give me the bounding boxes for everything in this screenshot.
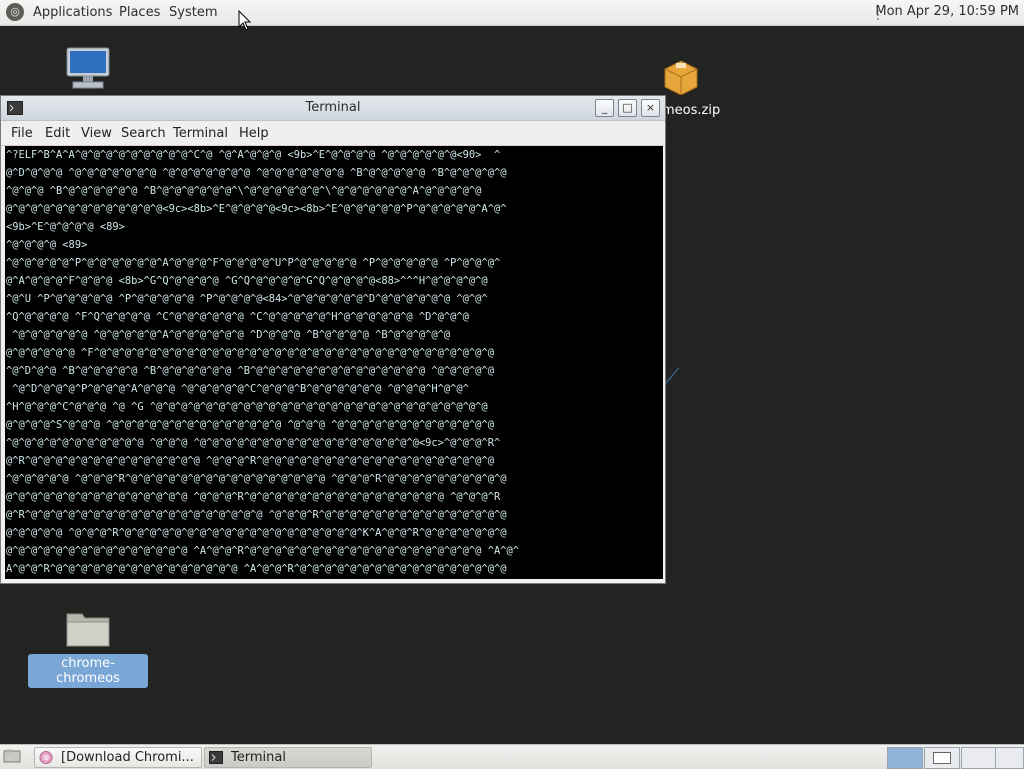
workspace-2[interactable] bbox=[924, 747, 960, 769]
terminal-line: @^@^@^@^@^@^@^@^@^@^@^@^@^@^@ ^@^@^@^R^@… bbox=[6, 491, 501, 503]
terminal-output[interactable]: ^?ELF^B^A^A^@^@^@^@^@^@^@^@^@^C^@ ^@^A^@… bbox=[5, 146, 663, 579]
terminal-line: @^R^@^@^@^@^@^@^@^@^@^@^@^@^@^@ ^@^@^@^R… bbox=[6, 455, 494, 467]
menu-search[interactable]: Search bbox=[121, 126, 166, 141]
background-logo-fragment: ⟋ bbox=[664, 365, 680, 390]
terminal-line: ^?ELF^B^A^A^@^@^@^@^@^@^@^@^@^C^@ ^@^A^@… bbox=[6, 149, 501, 161]
folder-icon bbox=[66, 613, 110, 647]
folder-label: chrome-chromeos bbox=[28, 654, 148, 688]
workspace-4[interactable] bbox=[995, 747, 1024, 769]
terminal-line: @^R^@^@^@^@^@^@^@^@^@^@^@^@^@^@^@^@^@^@^… bbox=[6, 509, 507, 521]
close-button[interactable]: × bbox=[641, 99, 660, 117]
terminal-line: ^@^D^@^@^@^P^@^@^@^A^@^@^@ ^@^@^@^@^@^C^… bbox=[6, 383, 469, 395]
menu-view[interactable]: View bbox=[81, 126, 112, 141]
terminal-line: ^@^@^@^@^@ ^@^@^@^R^@^@^@^@^@^@^@^@^@^@^… bbox=[6, 473, 507, 485]
terminal-line: ^Q^@^@^@^@ ^F^Q^@^@^@^@ ^C^@^@^@^@^@^@ ^… bbox=[6, 311, 469, 323]
terminal-line: @^D^@^@^@ ^@^@^@^@^@^@^@ ^@^@^@^@^@^@^@ … bbox=[6, 167, 507, 179]
window-title: Terminal bbox=[305, 100, 361, 115]
show-desktop-icon[interactable] bbox=[3, 749, 21, 764]
taskbar-item-browser[interactable]: [Download Chromi... bbox=[34, 747, 202, 768]
terminal-line: <9b>^E^@^@^@^@ <89> bbox=[6, 221, 125, 233]
clock[interactable]: Mon Apr 29, 10:59 PM bbox=[875, 4, 1019, 19]
taskbar-item-terminal[interactable]: Terminal bbox=[204, 747, 372, 768]
window-titlebar[interactable]: Terminal _ □ × bbox=[1, 96, 665, 121]
terminal-line: @^A^@^@^@^F^@^@^@ <8b>^G^Q^@^@^@^@ ^G^Q^… bbox=[6, 275, 488, 287]
terminal-line: ^@^@^@^@^@^P^@^@^@^@^@^@^A^@^@^@^F^@^@^@… bbox=[6, 257, 501, 269]
terminal-line: @^@^@^@^@ ^@^@^@^R^@^@^@^@^@^@^@^@^@^@^@… bbox=[6, 527, 507, 539]
terminal-line: ^H^@^@^@^C^@^@^@ ^@ ^G ^@^@^@^@^@^@^@^@^… bbox=[6, 401, 488, 413]
zip-file-icon bbox=[664, 60, 698, 96]
terminal-line: @^@^@^@^@^@^@^@^@^@^@^@^@^@^@ ^A^@^@^R^@… bbox=[6, 545, 519, 557]
menu-file[interactable]: File bbox=[11, 126, 33, 141]
taskbar-item-label: Terminal bbox=[231, 750, 286, 765]
top-panel: ◎ Applications Places System Mon Apr 29,… bbox=[0, 0, 1024, 26]
terminal-line: @^@^@^@^S^@^@^@ ^@^@^@^@^@^@^@^@^@^@^@^@… bbox=[6, 419, 494, 431]
terminal-line: @^@^@^@^@^@ ^F^@^@^@^@^@^@^@^@^@^@^@^@^@… bbox=[6, 347, 494, 359]
terminal-line: @^@^@^@^@^@^@^@^@^@^@^@^@<9c><8b>^E^@^@^… bbox=[6, 203, 507, 215]
firefox-icon bbox=[39, 751, 53, 764]
desktop-icon-zip[interactable]: meos.zip bbox=[636, 55, 726, 118]
terminal-line: A^@^@^R^@^@^@^@^@^@^@^@^@^@^@^@^@^@^@ ^A… bbox=[6, 563, 507, 575]
terminal-line: ^@^@^@^@ <89> bbox=[6, 239, 88, 251]
mouse-cursor-icon bbox=[238, 10, 252, 31]
workspace-1[interactable] bbox=[887, 747, 923, 769]
terminal-line: ^@^@^@ ^B^@^@^@^@^@^@ ^B^@^@^@^@^@^@^\^@… bbox=[6, 185, 482, 197]
computer-icon bbox=[66, 47, 110, 89]
menu-places[interactable]: Places bbox=[119, 5, 160, 20]
terminal-line: ^@^U ^P^@^@^@^@^@ ^P^@^@^@^@^@ ^P^@^@^@^… bbox=[6, 293, 488, 305]
menu-system[interactable]: System bbox=[169, 5, 217, 20]
terminal-line: ^@^D^@^@ ^B^@^@^@^@^@ ^B^@^@^@^@^@^@ ^B^… bbox=[6, 365, 494, 377]
menu-applications[interactable]: Applications bbox=[33, 5, 112, 20]
desktop-icon-folder[interactable]: chrome-chromeos bbox=[28, 608, 148, 688]
menu-terminal[interactable]: Terminal bbox=[173, 126, 228, 141]
distro-logo-icon[interactable]: ◎ bbox=[6, 3, 24, 21]
desktop-icon-computer[interactable] bbox=[60, 45, 116, 99]
terminal-line: ^@^@^@^@^@^@ ^@^@^@^@^@^A^@^@^@^@^@^@ ^D… bbox=[6, 329, 451, 341]
terminal-line: ^@^@^@^@^@^@^@^@^@^@^@ ^@^@^@ ^@^@^@^@^@… bbox=[6, 437, 501, 449]
terminal-icon bbox=[209, 751, 223, 764]
terminal-window[interactable]: Terminal _ □ × File Edit View Search Ter… bbox=[0, 95, 666, 584]
menu-help[interactable]: Help bbox=[239, 126, 269, 141]
menu-edit[interactable]: Edit bbox=[45, 126, 70, 141]
zip-file-label: meos.zip bbox=[662, 103, 721, 118]
terminal-menubar: File Edit View Search Terminal Help bbox=[1, 121, 665, 146]
workspace-3[interactable] bbox=[961, 747, 997, 769]
bottom-panel: [Download Chromi... Terminal bbox=[0, 744, 1024, 769]
minimize-button[interactable]: _ bbox=[595, 99, 614, 117]
maximize-button[interactable]: □ bbox=[618, 99, 637, 117]
taskbar-item-label: [Download Chromi... bbox=[61, 750, 194, 765]
